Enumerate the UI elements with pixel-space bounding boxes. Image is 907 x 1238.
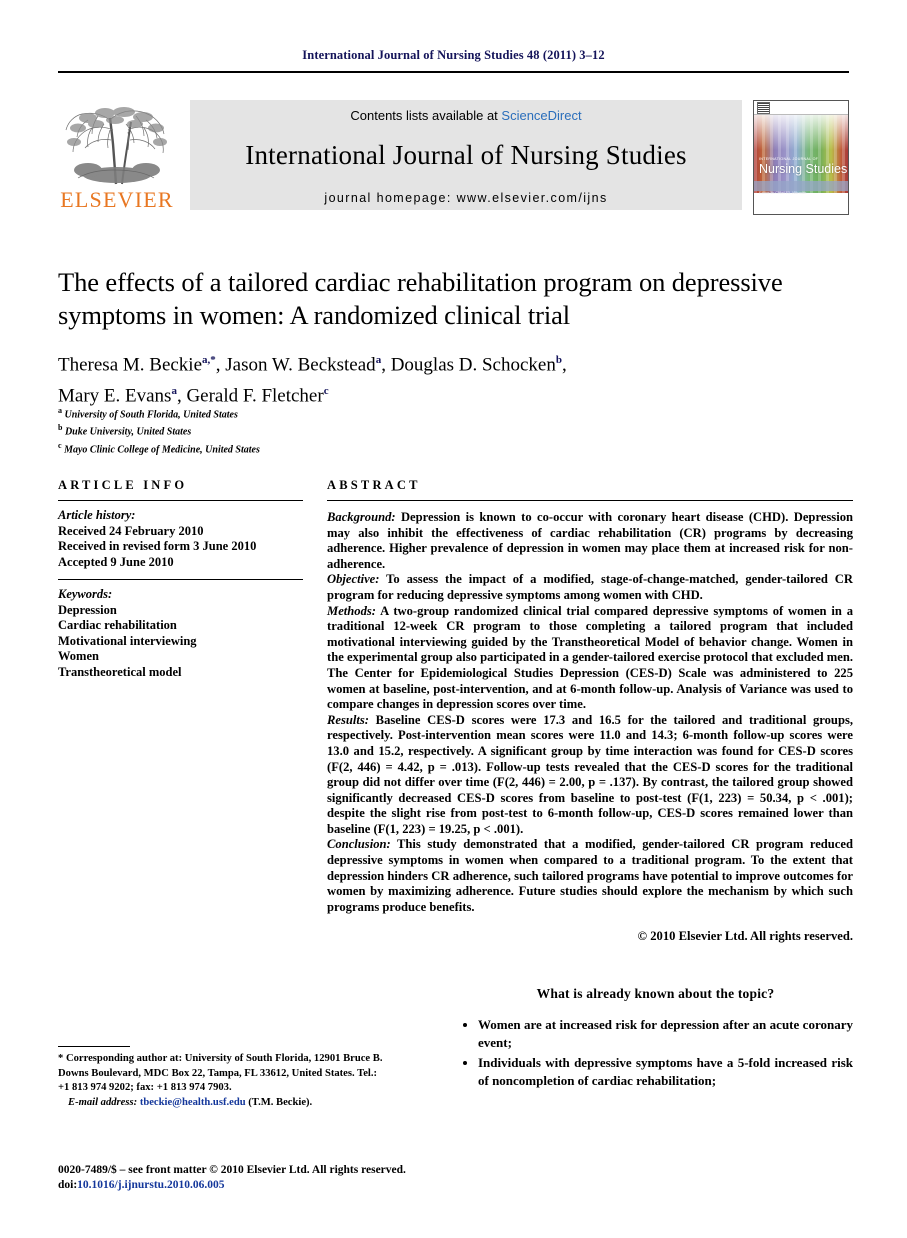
list-item: Individuals with depressive symptoms hav… xyxy=(478,1054,853,1089)
page-title: The effects of a tailored cardiac rehabi… xyxy=(58,267,783,330)
article-first-page: International Journal of Nursing Studies… xyxy=(0,0,907,1238)
author-name: Theresa M. Beckie xyxy=(58,354,203,376)
elsevier-logo: ELSEVIER xyxy=(58,100,176,214)
abstract-section-label: Conclusion: xyxy=(327,837,391,852)
article-info-divider xyxy=(58,500,303,501)
abstract-section: Conclusion: This study demonstrated that… xyxy=(327,837,853,915)
affiliation-text: University of South Florida, United Stat… xyxy=(64,409,238,421)
issn-footer: 0020-7489/$ – see front matter © 2010 El… xyxy=(58,1163,488,1193)
journal-banner: Contents lists available at ScienceDirec… xyxy=(190,100,742,210)
keywords-label: Keywords: xyxy=(58,587,113,601)
abstract-section-text: Depression is known to co-occur with cor… xyxy=(327,510,853,571)
abstract-section: Results: Baseline CES-D scores were 17.3… xyxy=(327,713,853,838)
article-info-heading: ARTICLE INFO xyxy=(58,478,188,492)
author-list: Theresa M. Beckiea,*, Jason W. Beckstead… xyxy=(58,354,567,407)
article-history-block: Article history: Received 24 February 20… xyxy=(58,508,303,570)
abstract-section: Methods: A two-group randomized clinical… xyxy=(327,604,853,713)
keyword-item: Women xyxy=(58,649,99,663)
doi-link[interactable]: 10.1016/j.ijnurstu.2010.06.005 xyxy=(77,1179,224,1191)
journal-cover-thumbnail: INTERNATIONAL JOURNAL OF Nursing Studies… xyxy=(753,100,849,215)
abstract-section-label: Results: xyxy=(327,712,369,727)
affiliation-mark: c xyxy=(58,440,62,450)
abstract-section-text: A two-group randomized clinical trial co… xyxy=(327,603,853,712)
cover-publisher-icon xyxy=(757,102,770,114)
affiliation-list: a University of South Florida, United St… xyxy=(58,404,558,456)
header-divider xyxy=(58,71,849,73)
affiliation-mark: a xyxy=(58,406,62,415)
affiliation-item: a University of South Florida, United St… xyxy=(58,404,558,421)
journal-title: International Journal of Nursing Studies xyxy=(245,140,687,170)
article-history-item: Received in revised form 3 June 2010 xyxy=(58,539,257,553)
cover-artwork: INTERNATIONAL JOURNAL OF Nursing Studies… xyxy=(754,115,848,195)
author-name: Jason W. Beckstead xyxy=(225,354,376,376)
article-history-label: Article history: xyxy=(58,508,136,522)
keyword-item: Depression xyxy=(58,602,117,617)
author-affiliation-mark: b xyxy=(555,354,562,366)
cover-bottom-area xyxy=(754,193,848,214)
footnote-block: * Corresponding author at: University of… xyxy=(58,1052,388,1110)
article-history-item: Received 24 February 2010 xyxy=(58,523,204,538)
contents-line: Contents lists available at ScienceDirec… xyxy=(190,100,742,123)
abstract-section-text: This study demonstrated that a modified,… xyxy=(327,837,853,914)
cover-top-bar xyxy=(754,101,848,115)
cover-title: Nursing Studies xyxy=(759,162,848,176)
affiliation-text: Mayo Clinic College of Medicine, United … xyxy=(64,443,260,455)
contents-prefix: Contents lists available at xyxy=(350,108,502,123)
email-label: E-mail address: xyxy=(68,1096,138,1108)
author-affiliation-mark: a,* xyxy=(202,354,216,366)
cover-editor-label: Editor-in-Chief I.J. Norman xyxy=(759,190,807,195)
author-affiliation-mark: a xyxy=(171,385,177,398)
affiliation-item: c Mayo Clinic College of Medicine, Unite… xyxy=(58,439,558,456)
running-head: International Journal of Nursing Studies… xyxy=(302,48,605,62)
email-link[interactable]: tbeckie@health.usf.edu xyxy=(140,1097,246,1108)
abstract-section: Objective: To assess the impact of a mod… xyxy=(327,572,853,603)
list-item: Women are at increased risk for depressi… xyxy=(478,1016,853,1051)
author-affiliation-mark: a xyxy=(375,354,382,366)
keywords-divider xyxy=(58,579,303,580)
author-name: Douglas D. Schocken xyxy=(390,354,556,376)
footnote-divider xyxy=(58,1046,130,1047)
what-is-known-list: Women are at increased risk for depressi… xyxy=(458,1016,853,1089)
what-is-known-title: What is already known about the topic? xyxy=(536,986,775,1001)
affiliation-text: Duke University, United States xyxy=(64,426,192,438)
abstract-section: Background: Depression is known to co-oc… xyxy=(327,510,853,572)
keyword-item: Motivational interviewing xyxy=(58,633,197,648)
abstract-section-text: To assess the impact of a modified, stag… xyxy=(327,572,853,602)
cover-editor-bar: Editor-in-Chief I.J. Norman xyxy=(754,181,848,195)
email-note: E-mail address: tbeckie@health.usf.edu (… xyxy=(58,1096,388,1111)
keyword-item: Cardiac rehabilitation xyxy=(58,618,177,632)
affiliation-item: b Duke University, United States xyxy=(58,421,558,438)
sciencedirect-link[interactable]: ScienceDirect xyxy=(501,108,581,123)
doi-line: doi:10.1016/j.ijnurstu.2010.06.005 xyxy=(58,1178,488,1193)
abstract-heading: ABSTRACT xyxy=(327,478,421,492)
journal-masthead: ELSEVIER Contents lists available at Sci… xyxy=(58,100,849,215)
abstract-section-label: Methods: xyxy=(327,603,376,618)
affiliation-mark: b xyxy=(58,423,63,433)
article-history-item: Accepted 9 June 2010 xyxy=(58,554,174,569)
email-suffix: (T.M. Beckie). xyxy=(245,1096,313,1108)
journal-homepage[interactable]: journal homepage: www.elsevier.com/ijns xyxy=(190,191,742,205)
author-affiliation-mark: c xyxy=(323,385,329,398)
abstract-divider xyxy=(327,500,853,501)
elsevier-tree-icon xyxy=(58,100,176,188)
abstract-column: ABSTRACT Background: Depression is known… xyxy=(327,478,853,945)
what-is-known-box: What is already known about the topic? W… xyxy=(458,986,853,1092)
abstract-copyright: © 2010 Elsevier Ltd. All rights reserved… xyxy=(637,929,853,944)
elsevier-wordmark: ELSEVIER xyxy=(60,187,174,212)
article-info-column: ARTICLE INFO Article history: Received 2… xyxy=(58,478,303,680)
abstract-body: Background: Depression is known to co-oc… xyxy=(327,510,853,945)
abstract-section-text: Baseline CES-D scores were 17.3 and 16.5… xyxy=(327,712,853,836)
keyword-item: Transtheoretical model xyxy=(58,664,182,679)
corresponding-author-note: * Corresponding author at: University of… xyxy=(58,1053,383,1093)
cover-small-label: INTERNATIONAL JOURNAL OF xyxy=(759,157,819,161)
abstract-section-label: Background: xyxy=(327,510,396,524)
doi-label: doi: xyxy=(58,1179,78,1191)
keywords-block: Keywords: Depression Cardiac rehabilitat… xyxy=(58,587,303,680)
front-matter-line: 0020-7489/$ – see front matter © 2010 El… xyxy=(58,1164,406,1176)
abstract-section-label: Objective: xyxy=(327,572,380,587)
